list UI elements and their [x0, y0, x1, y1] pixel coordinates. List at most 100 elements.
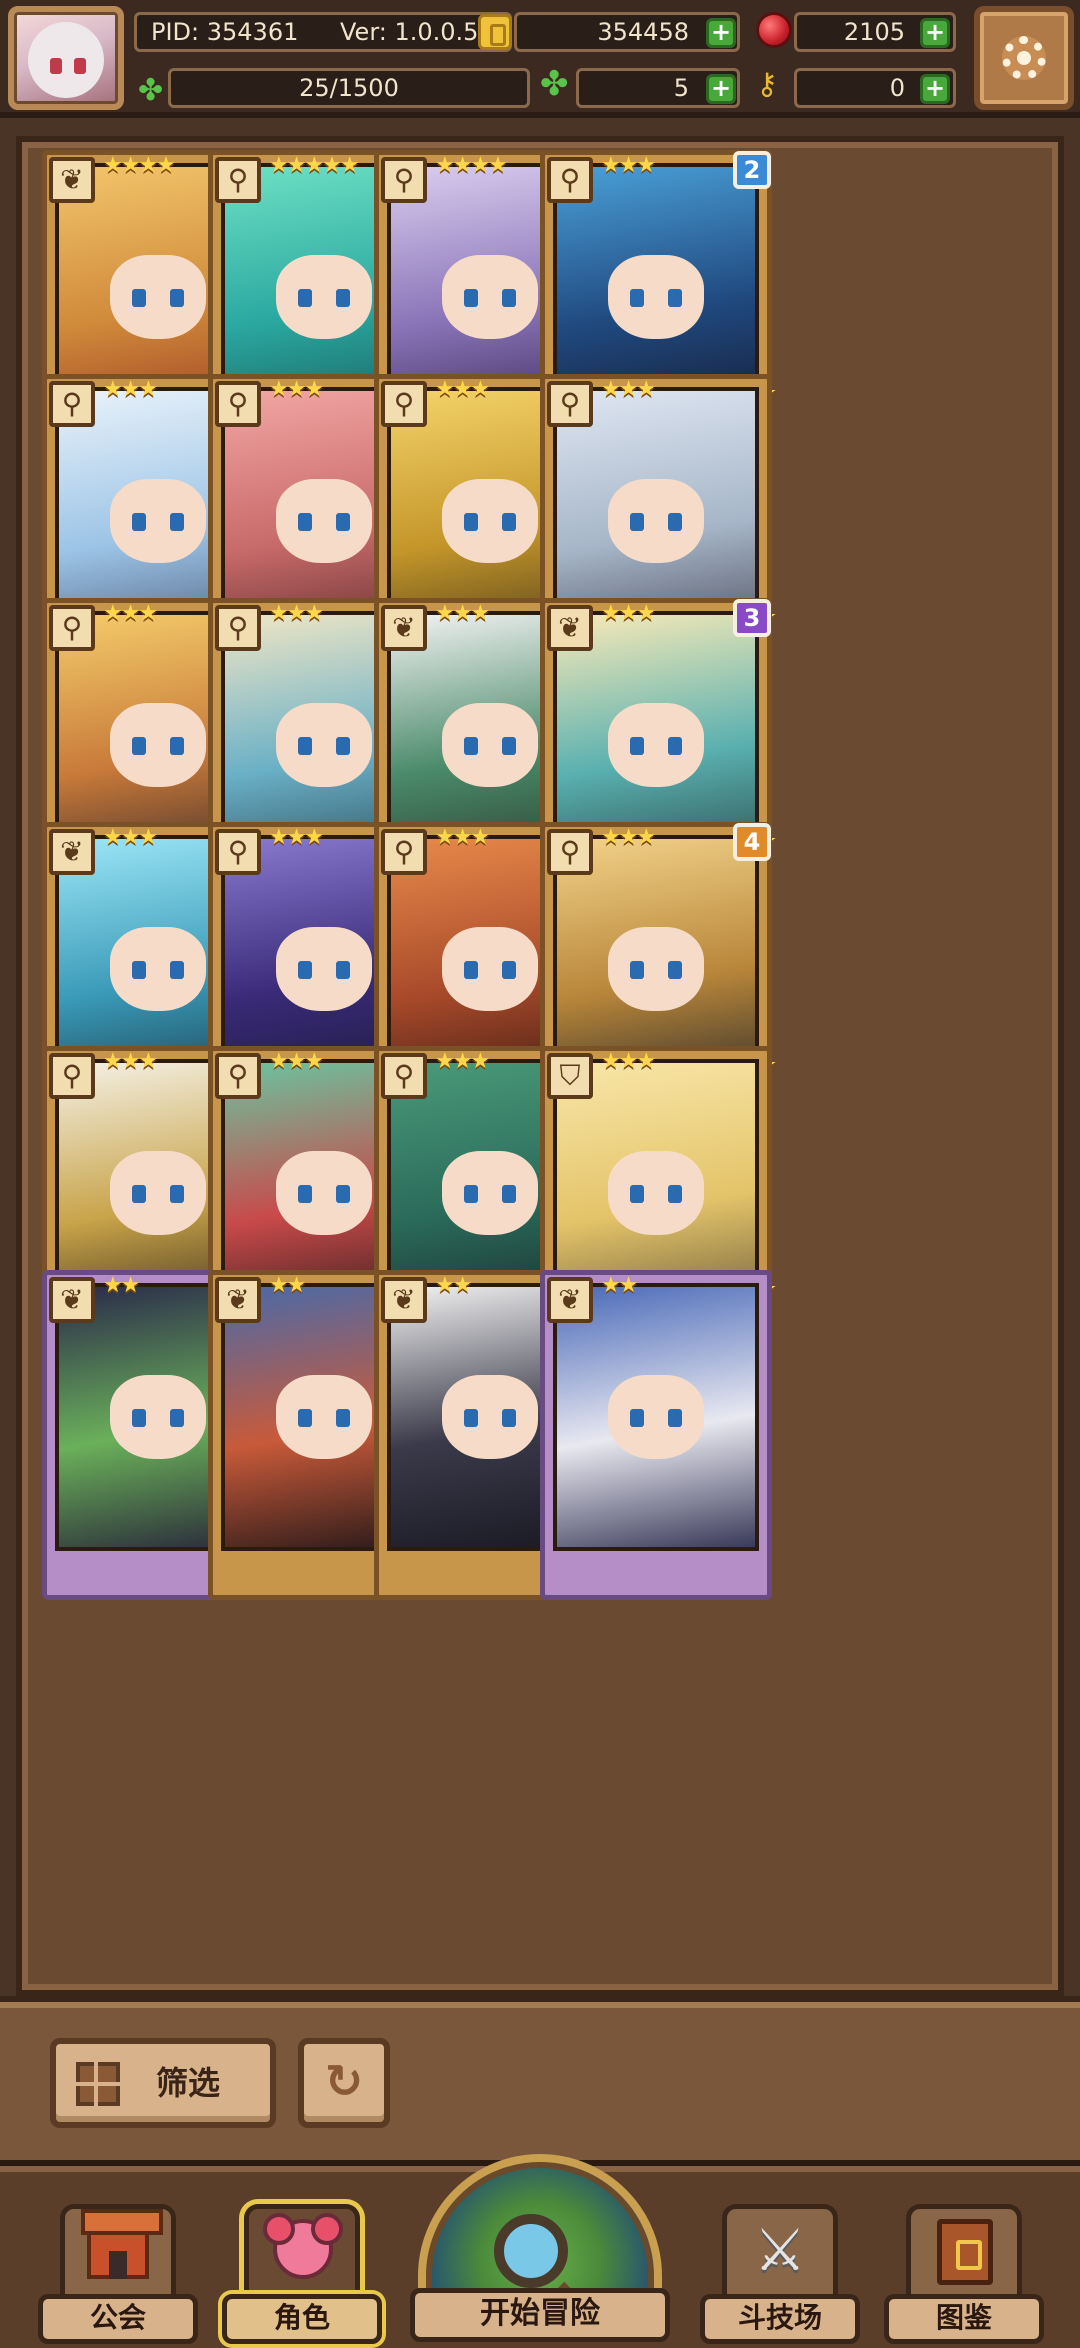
wand-class-icon: ⚲ — [381, 829, 427, 875]
hero-face — [110, 479, 206, 564]
gem-amount: 2105 — [843, 18, 905, 46]
wand-class-icon: ⚲ — [215, 605, 261, 651]
hero-face — [276, 927, 372, 1012]
nav-arena[interactable]: ⚔ 斗技场 — [700, 2204, 860, 2344]
ruby-gem-icon — [756, 12, 792, 48]
nav-codex[interactable]: 图鉴 — [884, 2204, 1044, 2344]
clover-ticket-icon: ✤ — [540, 64, 569, 104]
nav-codex-label: 图鉴 — [884, 2294, 1044, 2344]
avatar-hair — [28, 22, 104, 98]
nav-guild-label: 公会 — [38, 2294, 198, 2344]
star-rating: ★★★ — [435, 825, 490, 850]
star-rating: ★★★ — [269, 601, 324, 626]
guild-icon-frame — [60, 2204, 176, 2304]
filter-button-label: 筛选 — [156, 2064, 221, 2102]
key-icon: ⚷ — [756, 67, 778, 102]
wand-class-icon: ⚲ — [215, 1053, 261, 1099]
add-gem-button[interactable]: + — [920, 18, 950, 48]
star-rating: ★★★ — [601, 601, 656, 626]
hero-face — [276, 255, 372, 340]
refresh-sort-button[interactable]: ↻ — [298, 2038, 390, 2128]
shield-class-icon: ⛉ — [547, 1053, 593, 1099]
star-rating: ★★★ — [435, 1049, 490, 1074]
star-rating: ★★★ — [435, 601, 490, 626]
star-rating: ★★★ — [269, 825, 324, 850]
star-rating: ★★★ — [601, 377, 656, 402]
top-status-bar: PID: 354361 Ver: 1.0.0.5 354458 + 2105 +… — [0, 0, 1080, 118]
hero-face — [110, 255, 206, 340]
leaf-class-icon: ❦ — [49, 1277, 95, 1323]
star-rating: ★★★ — [103, 601, 158, 626]
guild-hall-icon — [81, 2209, 163, 2279]
wand-class-icon: ⚲ — [381, 1053, 427, 1099]
codex-icon-frame — [906, 2204, 1022, 2304]
grid-filter-icon — [76, 2062, 120, 2106]
nav-guild[interactable]: 公会 — [38, 2204, 198, 2344]
hero-face — [276, 703, 372, 788]
exp-counter: 25/1500 — [168, 68, 530, 108]
add-clover-button[interactable]: + — [706, 74, 736, 104]
hero-face — [442, 479, 538, 564]
hero-face — [276, 479, 372, 564]
leaf-class-icon: ❦ — [547, 605, 593, 651]
hero-face — [442, 927, 538, 1012]
wand-class-icon: ⚲ — [49, 1053, 95, 1099]
hero-portrait — [553, 1283, 759, 1551]
clover-amount: 5 — [673, 74, 689, 102]
magnifier-icon — [494, 2214, 568, 2288]
star-rating: ★★★★★ — [269, 153, 360, 178]
wand-class-icon: ⚲ — [547, 381, 593, 427]
add-key-button[interactable]: + — [920, 74, 950, 104]
exp-amount: 25/1500 — [299, 74, 399, 102]
hero-card-grid[interactable]: ❦★★★★177级荒漠舞姬⚲★★★★★173级水晶菇娘⚲★★★★172级军团统领… — [16, 136, 1064, 1996]
wand-class-icon: ⚲ — [49, 381, 95, 427]
key-amount: 0 — [889, 74, 905, 102]
star-rating: ★★★ — [601, 153, 656, 178]
leaf-class-icon: ❦ — [547, 1277, 593, 1323]
book-icon — [937, 2219, 993, 2285]
hero-face — [608, 479, 704, 564]
star-rating: ★★ — [601, 1273, 638, 1298]
gear-icon — [1002, 36, 1046, 80]
version-text: Ver: 1.0.0.5 — [340, 18, 479, 46]
hero-face — [442, 1151, 538, 1236]
star-rating: ★★★ — [601, 1049, 656, 1074]
wand-class-icon: ⚲ — [381, 381, 427, 427]
star-rating: ★★★ — [103, 825, 158, 850]
wand-class-icon: ⚲ — [215, 381, 261, 427]
leaf-class-icon: ❦ — [49, 829, 95, 875]
star-rating: ★★ — [269, 1273, 306, 1298]
settings-button[interactable] — [974, 6, 1074, 110]
add-gold-button[interactable]: + — [706, 18, 736, 48]
rank-badge: 2 — [733, 151, 771, 189]
leaf-class-icon: ❦ — [381, 1277, 427, 1323]
hero-card[interactable]: ❦ ★★ — [540, 1270, 772, 1600]
wand-class-icon: ⚲ — [381, 157, 427, 203]
clover-icon: ✤ — [138, 73, 164, 108]
leaf-class-icon: ❦ — [49, 157, 95, 203]
filter-toolbar: 筛选 ↻ — [0, 1996, 1080, 2160]
star-rating: ★★★★ — [103, 153, 176, 178]
character-head-icon — [263, 2213, 343, 2279]
wand-class-icon: ⚲ — [547, 157, 593, 203]
hero-face — [276, 1151, 372, 1236]
nav-arena-label: 斗技场 — [700, 2294, 860, 2344]
start-adventure-button[interactable]: 开始冒险 — [410, 2154, 670, 2348]
role-icon-frame — [244, 2204, 360, 2304]
player-avatar[interactable] — [8, 6, 124, 110]
wand-class-icon: ⚲ — [547, 829, 593, 875]
star-rating: ★★★ — [601, 825, 656, 850]
star-rating: ★★ — [103, 1273, 140, 1298]
rank-badge: 3 — [733, 599, 771, 637]
arena-icon-frame: ⚔ — [722, 2204, 838, 2304]
hero-face — [608, 1375, 704, 1460]
nav-role[interactable]: 角色 — [222, 2204, 382, 2344]
hero-face — [110, 927, 206, 1012]
leaf-class-icon: ❦ — [215, 1277, 261, 1323]
filter-button[interactable]: 筛选 — [50, 2038, 276, 2128]
nav-role-label: 角色 — [222, 2294, 382, 2344]
avatar-eye-left — [50, 58, 62, 74]
star-rating: ★★★ — [103, 1049, 158, 1074]
star-rating: ★★★ — [103, 377, 158, 402]
player-id-text: PID: 354361 — [151, 18, 299, 46]
